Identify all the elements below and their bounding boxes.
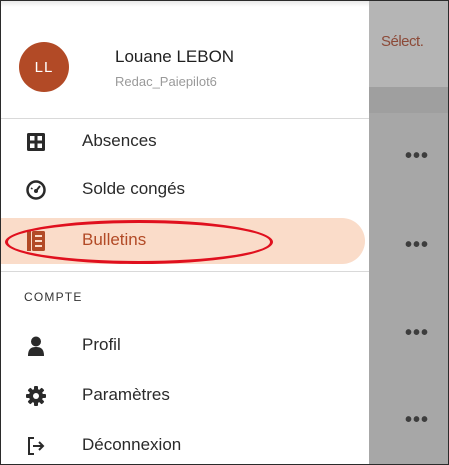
menu-item-parametres[interactable]: Paramètres xyxy=(1,373,369,419)
menu-item-label: Paramètres xyxy=(82,385,170,404)
menu-item-solde-conges[interactable]: Solde congés xyxy=(1,167,369,213)
app-frame: Sélect. ••• ••• ••• ••• LL Louane LEBON … xyxy=(0,0,449,465)
background-page[interactable]: Sélect. ••• ••• ••• ••• xyxy=(369,1,448,464)
menu-item-profil[interactable]: Profil xyxy=(1,323,369,369)
grid-icon xyxy=(25,131,47,153)
gear-icon xyxy=(25,385,47,407)
section-title-compte: COMPTE xyxy=(24,290,83,304)
more-options-icon[interactable]: ••• xyxy=(405,146,429,166)
avatar-initials: LL xyxy=(34,58,54,76)
person-icon xyxy=(25,335,47,357)
user-header[interactable]: LL Louane LEBON Redac_Paiepilot6 xyxy=(19,37,359,97)
user-name: Louane LEBON xyxy=(115,47,235,66)
menu-item-label: Déconnexion xyxy=(82,435,182,454)
avatar: LL xyxy=(19,42,69,92)
menu-item-label: Solde congés xyxy=(82,179,186,198)
menu-item-deconnexion[interactable]: Déconnexion xyxy=(1,423,369,464)
menu-item-label: Absences xyxy=(82,131,157,150)
menu-item-absences[interactable]: Absences xyxy=(1,119,369,165)
user-id: Redac_Paiepilot6 xyxy=(115,74,217,89)
drawer-top-shadow xyxy=(1,1,369,7)
gauge-icon xyxy=(25,179,47,201)
more-options-icon[interactable]: ••• xyxy=(405,323,429,343)
more-options-icon[interactable]: ••• xyxy=(405,235,429,255)
menu-item-label: Bulletins xyxy=(82,230,147,249)
select-button[interactable]: Sélect. xyxy=(381,33,424,50)
background-divider xyxy=(369,87,448,113)
more-options-icon[interactable]: ••• xyxy=(405,410,429,430)
menu-item-bulletins[interactable]: Bulletins xyxy=(1,218,365,264)
navigation-drawer: LL Louane LEBON Redac_Paiepilot6 Absence… xyxy=(1,1,369,464)
logout-icon xyxy=(25,435,47,457)
divider xyxy=(1,271,369,272)
background-header: Sélect. xyxy=(369,1,448,87)
document-icon xyxy=(25,230,47,252)
menu-item-label: Profil xyxy=(82,335,121,354)
